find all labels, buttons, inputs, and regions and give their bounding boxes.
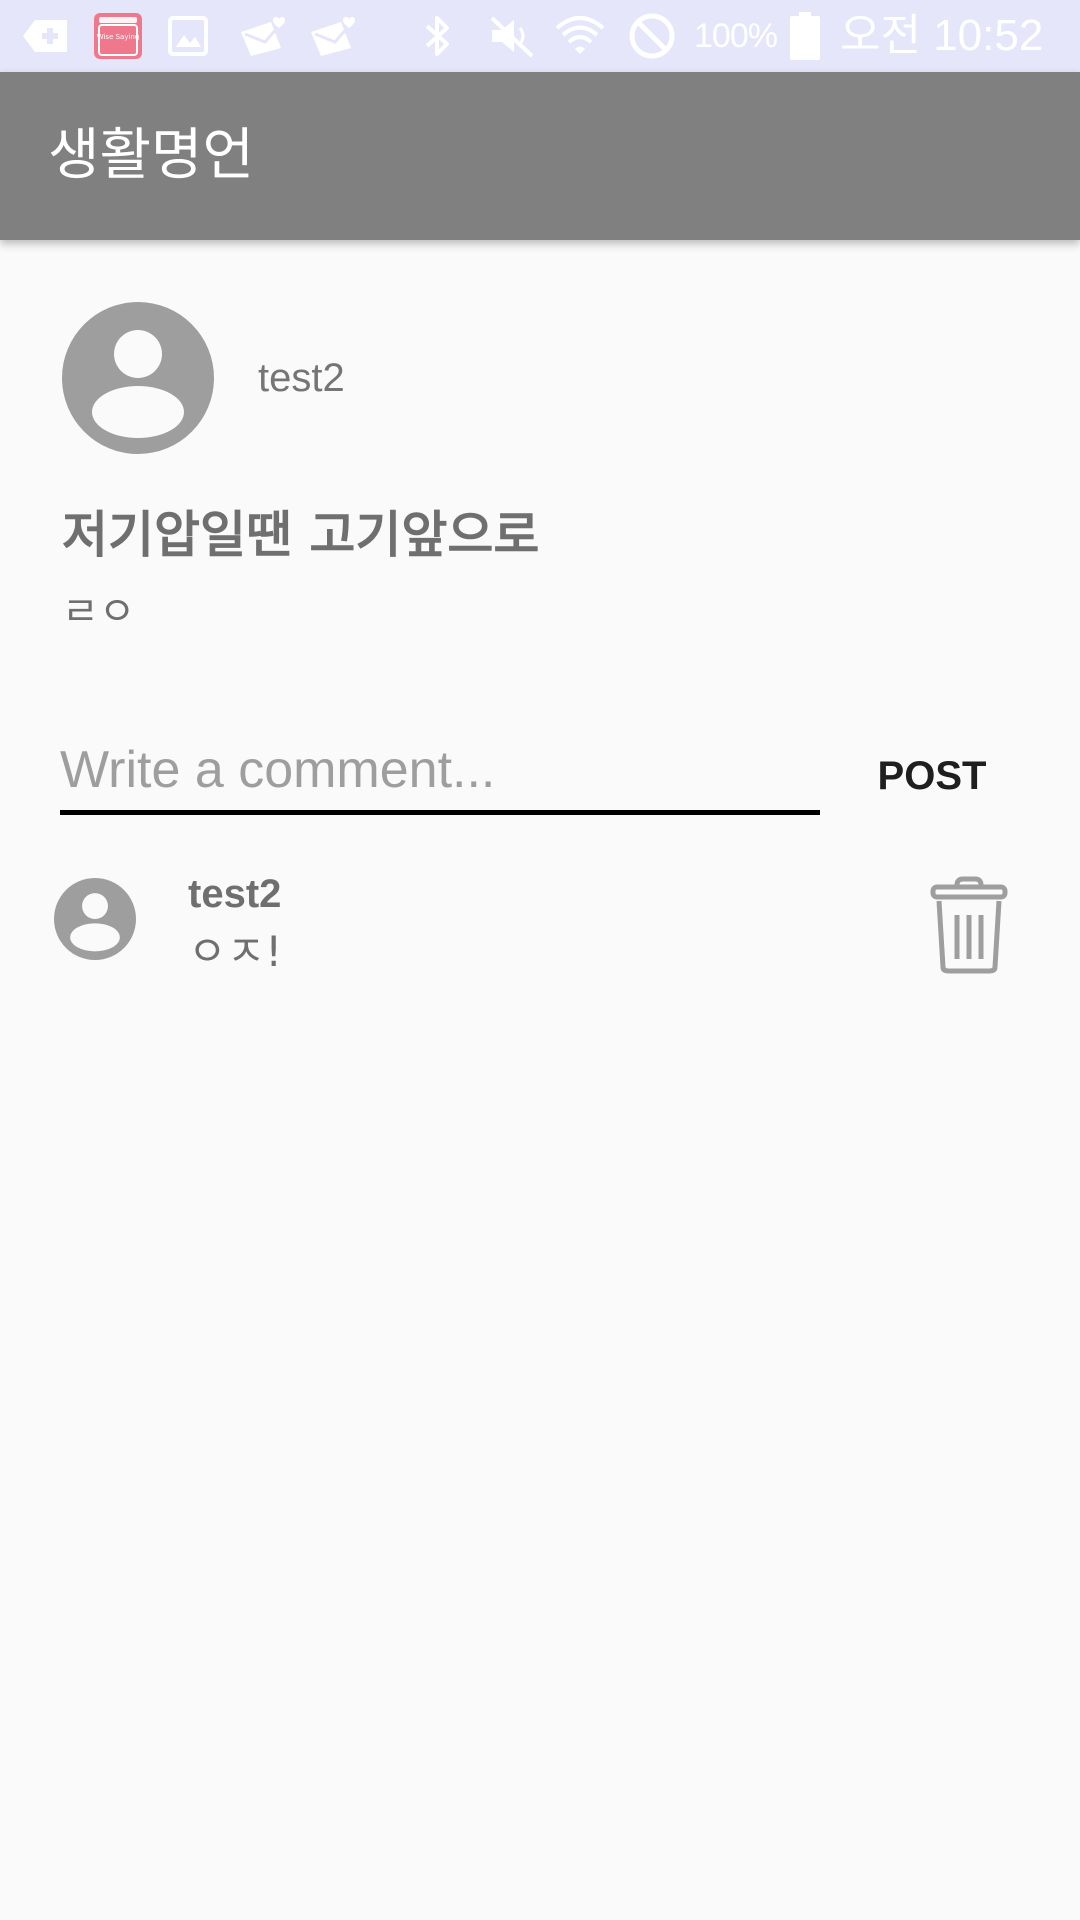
mail-heart-icon — [306, 12, 358, 60]
app-title: 생활명언 — [48, 123, 255, 188]
wise-saying-icon-text: Wise Saying — [97, 33, 140, 41]
comment-text: ㅇㅈ! — [188, 927, 283, 976]
status-bar: Wise Saying 100% 오전 10:52 — [0, 0, 1080, 72]
user-avatar-icon — [62, 302, 214, 454]
post-comment-button[interactable]: POST — [862, 744, 1002, 808]
battery-icon — [788, 12, 822, 60]
battery-percent: 100% — [694, 17, 778, 55]
post-title: 저기압일땐 고기앞으로 — [62, 506, 540, 564]
comment-author: test2 — [188, 872, 282, 916]
comment-list-item: test2 ㅇㅈ! — [0, 860, 1080, 980]
do-not-disturb-icon — [626, 12, 678, 60]
user-avatar-icon — [54, 878, 136, 960]
author-avatar — [62, 302, 214, 454]
mail-heart-icon — [236, 12, 288, 60]
delete-comment-button[interactable] — [924, 870, 1014, 980]
image-icon — [166, 12, 210, 60]
app-bar: 생활명언 — [0, 72, 1080, 240]
mute-icon — [486, 12, 538, 60]
wise-saying-app-icon: Wise Saying — [92, 12, 144, 60]
wifi-icon — [552, 12, 608, 60]
status-time: 오전 10:52 — [840, 11, 1044, 60]
commenter-avatar — [54, 878, 136, 960]
bluetooth-icon — [418, 12, 458, 60]
trash-icon — [930, 876, 1008, 974]
add-notification-icon — [20, 12, 72, 60]
post-body: ㄹㅇ — [62, 589, 136, 635]
author-name: test2 — [258, 356, 345, 400]
comment-input[interactable] — [60, 730, 820, 815]
